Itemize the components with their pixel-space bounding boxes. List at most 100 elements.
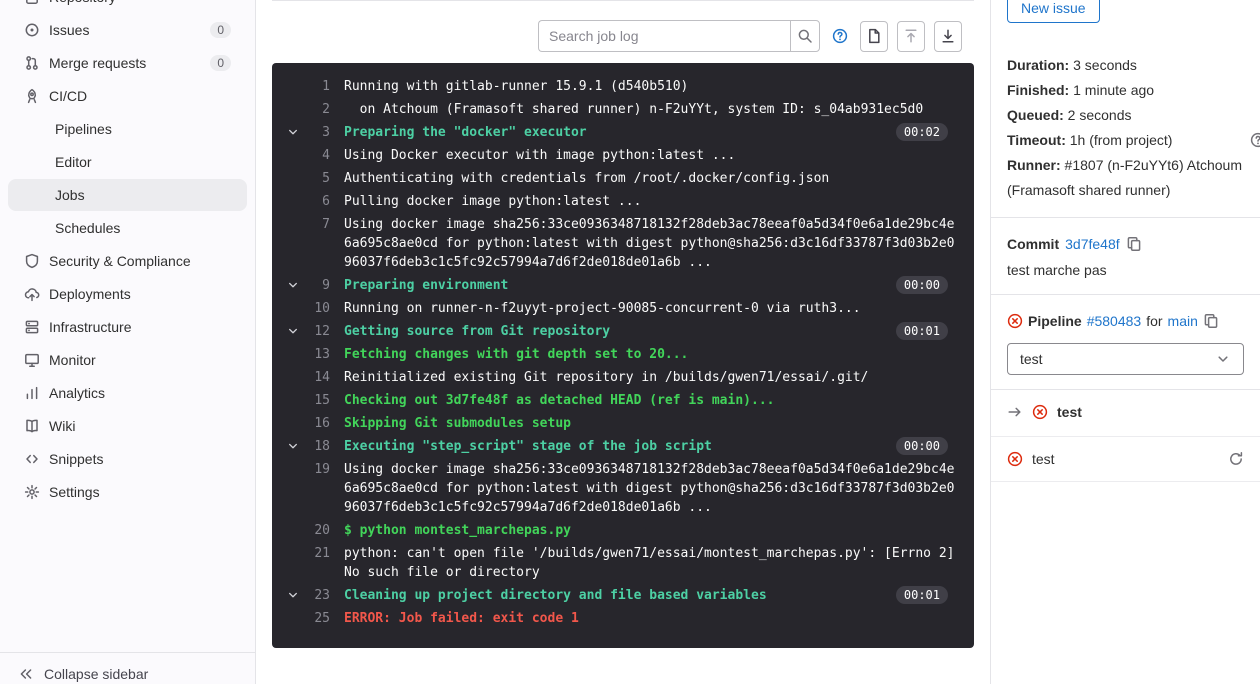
sidebar-item-issues[interactable]: Issues 0 (8, 14, 247, 46)
job-main-content: 1Running with gitlab-runner 15.9.1 (d540… (256, 0, 990, 684)
log-line-number[interactable]: 14 (304, 368, 330, 387)
log-line-number[interactable]: 16 (304, 414, 330, 433)
log-line: 20$ python montest_marchepas.py (272, 521, 974, 540)
sidebar-item-merge-requests[interactable]: Merge requests 0 (8, 47, 247, 79)
log-line-number[interactable]: 4 (304, 146, 330, 165)
job-log-help-button[interactable] (829, 25, 851, 47)
sidebar-item-snippets[interactable]: Snippets (8, 443, 247, 475)
detail-field-label: Duration: (1007, 57, 1069, 73)
sidebar-item-infrastructure[interactable]: Infrastructure (8, 311, 247, 343)
sidebar-item-settings[interactable]: Settings (8, 476, 247, 508)
sidebar-nav: Repository Issues 0 Merge requests 0 CI/CDPip… (0, 0, 255, 508)
log-line-text: Cleaning up project directory and file b… (330, 586, 888, 605)
log-line-text: Preparing the "docker" executor (330, 123, 888, 142)
log-line-text: Authenticating with credentials from /ro… (330, 169, 974, 188)
sidebar-item-label: Infrastructure (49, 319, 131, 335)
snippets-icon (24, 451, 40, 467)
log-line-number[interactable]: 25 (304, 609, 330, 628)
count-badge: 0 (210, 22, 231, 38)
copy-icon (1203, 313, 1219, 329)
log-line-number[interactable]: 12 (304, 322, 330, 341)
log-section-header[interactable]: 18Executing "step_script" stage of the j… (272, 437, 974, 456)
chevron-spacer (286, 521, 304, 523)
commit-sha-link[interactable]: 3d7fe48f (1065, 232, 1120, 256)
retry-job-button[interactable] (1228, 451, 1244, 467)
log-line-number[interactable]: 7 (304, 215, 330, 234)
search-button[interactable] (790, 20, 820, 52)
sidebar-item-deployments[interactable]: Deployments (8, 278, 247, 310)
pipeline-label: Pipeline (1028, 309, 1082, 333)
copy-commit-sha-button[interactable] (1126, 236, 1142, 252)
log-section-header[interactable]: 12Getting source from Git repository00:0… (272, 322, 974, 341)
sidebar-item-repository[interactable]: Repository (8, 0, 247, 13)
log-line-text: Skipping Git submodules setup (330, 414, 974, 433)
chevron-spacer (286, 169, 304, 171)
section-duration-badge: 00:00 (896, 437, 948, 455)
count-badge: 0 (210, 55, 231, 71)
divider (991, 389, 1260, 390)
log-line-number[interactable]: 15 (304, 391, 330, 410)
question-icon[interactable] (1250, 132, 1260, 148)
scroll-to-top-button[interactable] (897, 21, 925, 52)
log-section-header[interactable]: 23Cleaning up project directory and file… (272, 586, 974, 605)
log-line-number[interactable]: 3 (304, 123, 330, 142)
log-section-header[interactable]: 9Preparing environment00:00 (272, 276, 974, 295)
collapse-sidebar-label: Collapse sidebar (44, 666, 148, 682)
log-line-number[interactable]: 10 (304, 299, 330, 318)
log-line-number[interactable]: 18 (304, 437, 330, 456)
copy-pipeline-button[interactable] (1203, 313, 1219, 329)
log-line-number[interactable]: 21 (304, 544, 330, 563)
divider (991, 217, 1260, 218)
log-line-text: Reinitialized existing Git repository in… (330, 368, 974, 387)
sidebar-item-security-compliance[interactable]: Security & Compliance (8, 245, 247, 277)
sidebar-item-analytics[interactable]: Analytics (8, 377, 247, 409)
sidebar-item-label: Issues (49, 22, 89, 38)
log-line-number[interactable]: 20 (304, 521, 330, 540)
pipeline-branch-link[interactable]: main (1168, 309, 1198, 333)
sidebar-item-pipelines[interactable]: Pipelines (8, 113, 247, 145)
stage-select[interactable]: test (1007, 343, 1244, 375)
log-line: 1Running with gitlab-runner 15.9.1 (d540… (272, 77, 974, 96)
sidebar-item-label: Merge requests (49, 55, 146, 71)
sidebar-item-jobs[interactable]: Jobs (8, 179, 247, 211)
pipeline-for-text: for (1146, 309, 1162, 333)
log-section-header[interactable]: 3Preparing the "docker" executor 00:02 (272, 123, 974, 142)
sidebar-item-label: Snippets (49, 451, 103, 467)
show-raw-log-button[interactable] (860, 21, 888, 52)
retry-icon (1228, 451, 1244, 467)
collapse-sidebar-button[interactable]: Collapse sidebar (0, 652, 255, 684)
log-line-number[interactable]: 6 (304, 192, 330, 211)
log-line: 4Using Docker executor with image python… (272, 146, 974, 165)
log-line-number[interactable]: 5 (304, 169, 330, 188)
log-line: 7Using docker image sha256:33ce093634871… (272, 215, 974, 272)
search-input[interactable] (538, 20, 790, 52)
section-duration-badge: 00:02 (896, 123, 948, 141)
log-line-number[interactable]: 1 (304, 77, 330, 96)
chevron-spacer (286, 345, 304, 347)
log-line-number[interactable]: 2 (304, 100, 330, 119)
sidebar-item-schedules[interactable]: Schedules (8, 212, 247, 244)
scroll-to-bottom-button[interactable] (934, 21, 962, 52)
log-line-number[interactable]: 13 (304, 345, 330, 364)
job-list-item[interactable]: test (991, 436, 1260, 482)
log-line-number[interactable]: 9 (304, 276, 330, 295)
sidebar-item-editor[interactable]: Editor (8, 146, 247, 178)
detail-field-value: 1 minute ago (1069, 82, 1154, 98)
sidebar-item-wiki[interactable]: Wiki (8, 410, 247, 442)
shield-icon (24, 253, 40, 269)
log-line-number[interactable]: 19 (304, 460, 330, 479)
sidebar-item-monitor[interactable]: Monitor (8, 344, 247, 376)
log-line-text: Running on runner-n-f2uyyt-project-90085… (330, 299, 974, 318)
pipeline-id-link[interactable]: #580483 (1087, 309, 1142, 333)
log-line-text: Running with gitlab-runner 15.9.1 (d540b… (330, 77, 974, 96)
sidebar-item-ci-cd[interactable]: CI/CD (8, 80, 247, 112)
search-group (538, 20, 820, 52)
new-issue-button[interactable]: New issue (1007, 0, 1100, 23)
log-line: 25ERROR: Job failed: exit code 1 (272, 609, 974, 628)
analytics-icon (24, 385, 40, 401)
log-line-number[interactable]: 23 (304, 586, 330, 605)
log-line-text: Preparing environment (330, 276, 888, 295)
sidebar-item-label: Schedules (55, 220, 120, 236)
chevron-down-icon (1215, 351, 1231, 367)
detail-field-label: Runner: (1007, 157, 1061, 173)
